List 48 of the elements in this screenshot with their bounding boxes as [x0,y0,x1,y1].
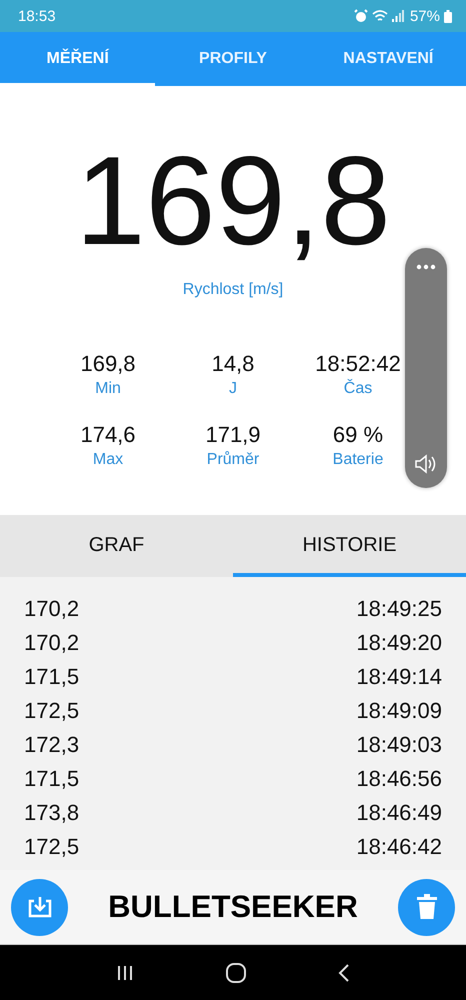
trash-icon [416,894,438,920]
wifi-icon [372,9,388,23]
speed-value: 169,8 [75,138,391,264]
alarm-icon [354,9,368,23]
history-value: 171,5 [24,766,80,792]
history-value: 173,8 [24,800,80,826]
volume-panel[interactable] [405,248,447,488]
history-value: 172,5 [24,834,80,860]
recents-icon[interactable] [116,964,134,980]
history-value: 172,3 [24,732,80,758]
more-icon[interactable] [416,264,436,270]
battery-icon [444,10,452,22]
stat-label: Průměr [206,451,260,469]
speaker-icon[interactable] [414,454,438,474]
tab[interactable]: NASTAVENÍ [310,32,466,86]
tab[interactable]: GRAF [0,515,233,577]
signal-icon [392,10,404,22]
stat-label: Baterie [332,451,384,469]
stat-label: Čas [344,380,372,398]
history-time: 18:49:25 [356,596,442,622]
history-value: 171,5 [24,664,80,690]
history-time: 18:49:09 [356,698,442,724]
stat-value: 18:52:42 [315,351,401,377]
history-time: 18:49:14 [356,664,442,690]
stat-label: J [229,380,237,398]
stat-value: 14,8 [212,351,254,377]
history-value: 172,5 [24,698,80,724]
speed-label: Rychlost [m/s] [182,281,284,299]
tab[interactable]: PROFILY [155,32,311,86]
history-value: 170,2 [24,596,80,622]
history-value: 170,2 [24,630,80,656]
stat-value: 169,8 [80,351,136,377]
stat-label: Min [95,380,121,398]
download-tray-icon [26,895,52,919]
home-icon[interactable] [224,962,247,982]
history-time: 18:49:03 [356,732,442,758]
battery-percent: 57% [410,8,440,24]
history-time: 18:46:49 [356,800,442,826]
stat-value: 69 % [332,422,384,448]
back-icon[interactable] [338,964,350,982]
history-time: 18:46:42 [356,834,442,860]
history-time: 18:49:20 [356,630,442,656]
stat-value: 171,9 [205,422,261,448]
stat-value: 174,6 [80,422,136,448]
history-time: 18:46:56 [356,766,442,792]
status-time: 18:53 [18,8,56,24]
app-title: BULLETSEEKER [108,889,358,925]
stat-label: Max [92,451,124,469]
